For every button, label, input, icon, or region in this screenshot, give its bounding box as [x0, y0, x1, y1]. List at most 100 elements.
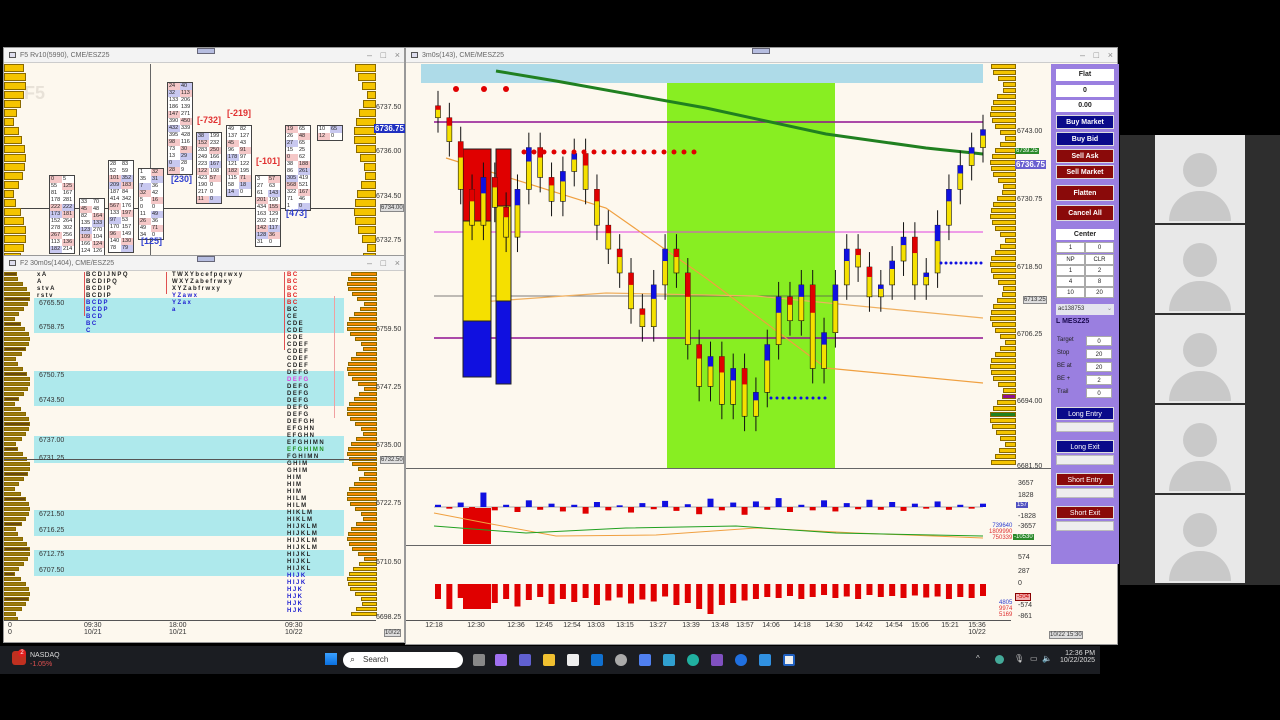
price-chart[interactable]	[406, 48, 1051, 646]
teams-icon[interactable]	[519, 654, 531, 666]
participant-avatar[interactable]	[1155, 135, 1245, 223]
qty-grid-2[interactable]: 2	[1085, 265, 1114, 276]
profile-bar	[4, 507, 30, 511]
close-button[interactable]: ×	[1108, 50, 1113, 60]
resistance-dot	[651, 149, 657, 155]
edge-icon[interactable]	[687, 654, 699, 666]
sell-ask-button[interactable]: Sell Ask	[1056, 149, 1114, 163]
footprint-row: 33 70	[80, 199, 104, 206]
param-be-at-stepper[interactable]: 20	[1086, 362, 1112, 372]
app-icon[interactable]	[783, 654, 795, 666]
chevron-up-icon[interactable]: ^	[976, 654, 980, 663]
zoom-icon[interactable]	[735, 654, 747, 666]
taskbar-search[interactable]: ⌕ Search	[343, 652, 463, 668]
param-stop-stepper[interactable]: 20	[1086, 349, 1112, 359]
param-trail-stepper[interactable]: 0	[1086, 388, 1112, 398]
footprint-cell: 256	[63, 232, 73, 238]
profile-bar	[347, 497, 377, 501]
maximize-button[interactable]: □	[381, 258, 386, 268]
profile-bar	[362, 100, 376, 108]
footprint-cell: 124	[81, 248, 91, 254]
drag-handle[interactable]	[197, 48, 215, 54]
param-be--stepper[interactable]: 2	[1086, 375, 1112, 385]
account-select[interactable]: ac138753 ⌄	[1056, 304, 1114, 315]
footprint-cell: 195	[240, 168, 250, 174]
outlook-icon[interactable]	[591, 654, 603, 666]
footprint-row: 55 125	[50, 183, 74, 190]
minimize-button[interactable]: –	[367, 50, 372, 60]
quantity-right[interactable]: 0	[1085, 242, 1114, 253]
maximize-button[interactable]: □	[1094, 50, 1099, 60]
short-exit-select[interactable]	[1056, 521, 1114, 531]
file-explorer-icon[interactable]	[543, 654, 555, 666]
buy-bid-button[interactable]: Buy Bid	[1056, 132, 1114, 146]
histogram-bar	[605, 584, 612, 601]
clock[interactable]: 12:36 PM 10/22/2025	[1060, 650, 1095, 664]
short-entry-button[interactable]: Short Entry	[1056, 473, 1114, 486]
footprint-row: 178 97	[227, 154, 251, 161]
tray-icon[interactable]	[995, 655, 1004, 664]
long-exit-select[interactable]	[1056, 455, 1114, 465]
task-view-icon[interactable]	[473, 654, 485, 666]
tpo-row: BCDP	[86, 307, 110, 313]
long-exit-button[interactable]: Long Exit	[1056, 440, 1114, 453]
footprint-cell: 250	[209, 147, 221, 154]
qty-grid-20[interactable]: 20	[1085, 287, 1114, 298]
footprint-row: 38 188	[286, 161, 310, 168]
qty-grid-np[interactable]: NP	[1056, 254, 1085, 265]
minimize-button[interactable]: –	[1080, 50, 1085, 60]
delta-bar	[877, 507, 884, 510]
close-button[interactable]: ×	[395, 50, 400, 60]
volume-icon[interactable]: 🔈	[1042, 654, 1052, 663]
minimize-button[interactable]: –	[367, 258, 372, 268]
app-icon[interactable]	[759, 654, 771, 666]
profile-bar	[354, 337, 377, 341]
histogram-bar	[741, 584, 748, 601]
footprint-cell: 33	[81, 199, 88, 205]
store-icon[interactable]	[567, 654, 579, 666]
quantity-stepper[interactable]: 1	[1056, 242, 1085, 253]
app-icon[interactable]	[639, 654, 651, 666]
cancel-all-button[interactable]: Cancel All	[1056, 205, 1114, 221]
tpo-row: TWXYbcefpqrwxy	[172, 272, 244, 278]
participant-avatar[interactable]	[1155, 495, 1245, 583]
visual-studio-icon[interactable]	[711, 654, 723, 666]
sell-market-button[interactable]: Sell Market	[1056, 165, 1114, 179]
long-entry-button[interactable]: Long Entry	[1056, 407, 1114, 420]
param-target-stepper[interactable]: 0	[1086, 336, 1112, 346]
footprint-row: 390 450	[168, 118, 192, 125]
qty-grid-4[interactable]: 4	[1056, 276, 1085, 287]
close-button[interactable]: ×	[395, 258, 400, 268]
delta-bar	[752, 501, 759, 507]
maximize-button[interactable]: □	[381, 50, 386, 60]
tpo-row: GHIM	[287, 468, 309, 474]
participant-avatar[interactable]	[1155, 405, 1245, 493]
session-highlight-zone	[667, 83, 835, 468]
footprint-cell: 428	[181, 132, 191, 138]
qty-grid-10[interactable]: 10	[1056, 287, 1085, 298]
footprint-cell: 129	[269, 211, 279, 217]
long-entry-select[interactable]	[1056, 422, 1114, 432]
network-icon[interactable]: ▭	[1030, 654, 1038, 663]
time-tick: 12:30	[467, 622, 485, 629]
short-entry-select[interactable]	[1056, 488, 1114, 498]
center-button[interactable]: Center	[1056, 229, 1114, 240]
qty-grid-8[interactable]: 8	[1085, 276, 1114, 287]
start-button[interactable]	[325, 653, 337, 665]
copilot-icon[interactable]	[495, 654, 507, 666]
short-exit-button[interactable]: Short Exit	[1056, 506, 1114, 519]
buy-market-button[interactable]: Buy Market	[1056, 115, 1114, 129]
microphone-icon[interactable]: 🎙	[1014, 654, 1024, 663]
participant-avatar[interactable]	[1155, 315, 1245, 403]
tpo-title-bar[interactable]: F2 30m0s(1404), CME/ESZ25 – □ ×	[4, 256, 404, 271]
footprint-title-bar[interactable]: F5 Rv10(5990), CME/ESZ25 – □ ×	[4, 48, 404, 63]
qty-grid-1[interactable]: 1	[1056, 265, 1085, 276]
flatten-button[interactable]: Flatten	[1056, 185, 1114, 201]
app-icon[interactable]	[663, 654, 675, 666]
candle-segment	[549, 177, 555, 186]
drag-handle[interactable]	[197, 256, 215, 262]
stock-ticker[interactable]: NASDAQ	[30, 652, 60, 659]
qty-grid-clr[interactable]: CLR	[1085, 254, 1114, 265]
participant-avatar[interactable]	[1155, 225, 1245, 313]
settings-icon[interactable]	[615, 654, 627, 666]
